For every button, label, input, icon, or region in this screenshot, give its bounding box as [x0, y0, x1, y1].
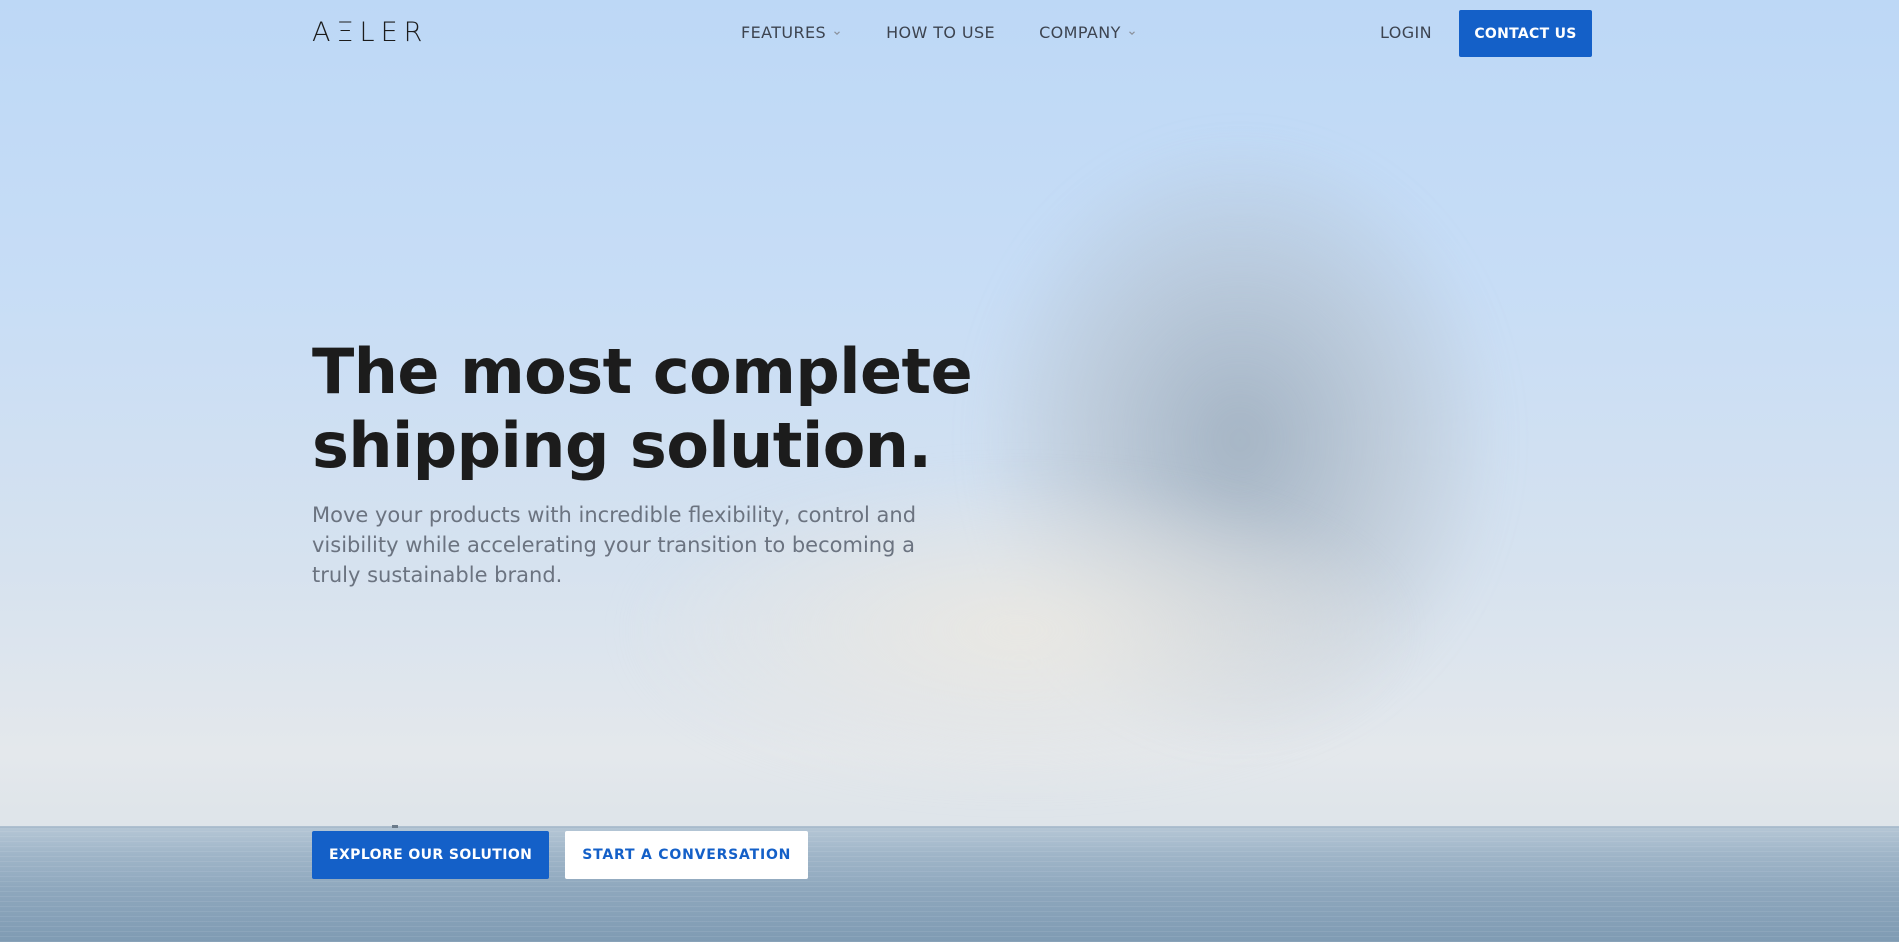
nav-item-label: COMPANY: [1039, 23, 1121, 42]
chevron-down-icon: [1128, 31, 1135, 36]
contact-us-button[interactable]: CONTACT US: [1459, 10, 1592, 57]
nav-item-label: HOW TO USE: [886, 23, 996, 42]
hero-title-line-2: shipping solution.: [312, 409, 932, 482]
distant-ship: [392, 825, 398, 828]
hero-title-line-1: The most complete: [312, 335, 973, 408]
main-nav: FEATURES HOW TO USE COMPANY: [741, 22, 1137, 44]
start-conversation-button[interactable]: START A CONVERSATION: [565, 831, 809, 879]
site-header: AΞLER FEATURES HOW TO USE COMPANY LOGIN …: [0, 0, 1899, 66]
hero-cta-group: EXPLORE OUR SOLUTION START A CONVERSATIO…: [312, 831, 809, 879]
login-link[interactable]: LOGIN: [1380, 22, 1432, 44]
chevron-down-icon: [834, 31, 841, 36]
nav-item-features[interactable]: FEATURES: [741, 22, 842, 44]
hero-subtitle: Move your products with incredible flexi…: [312, 503, 917, 587]
nav-item-company[interactable]: COMPANY: [1039, 22, 1137, 44]
nav-item-label: FEATURES: [741, 23, 827, 42]
sea-horizon-image: [0, 826, 1899, 942]
hero-title: The most complete shipping solution.: [312, 335, 1032, 483]
explore-solution-button[interactable]: EXPLORE OUR SOLUTION: [312, 831, 550, 879]
brand-logo[interactable]: AΞLER: [312, 18, 428, 48]
landing-page: AΞLER FEATURES HOW TO USE COMPANY LOGIN …: [0, 0, 1899, 942]
nav-item-how-to-use[interactable]: HOW TO USE: [886, 22, 995, 44]
